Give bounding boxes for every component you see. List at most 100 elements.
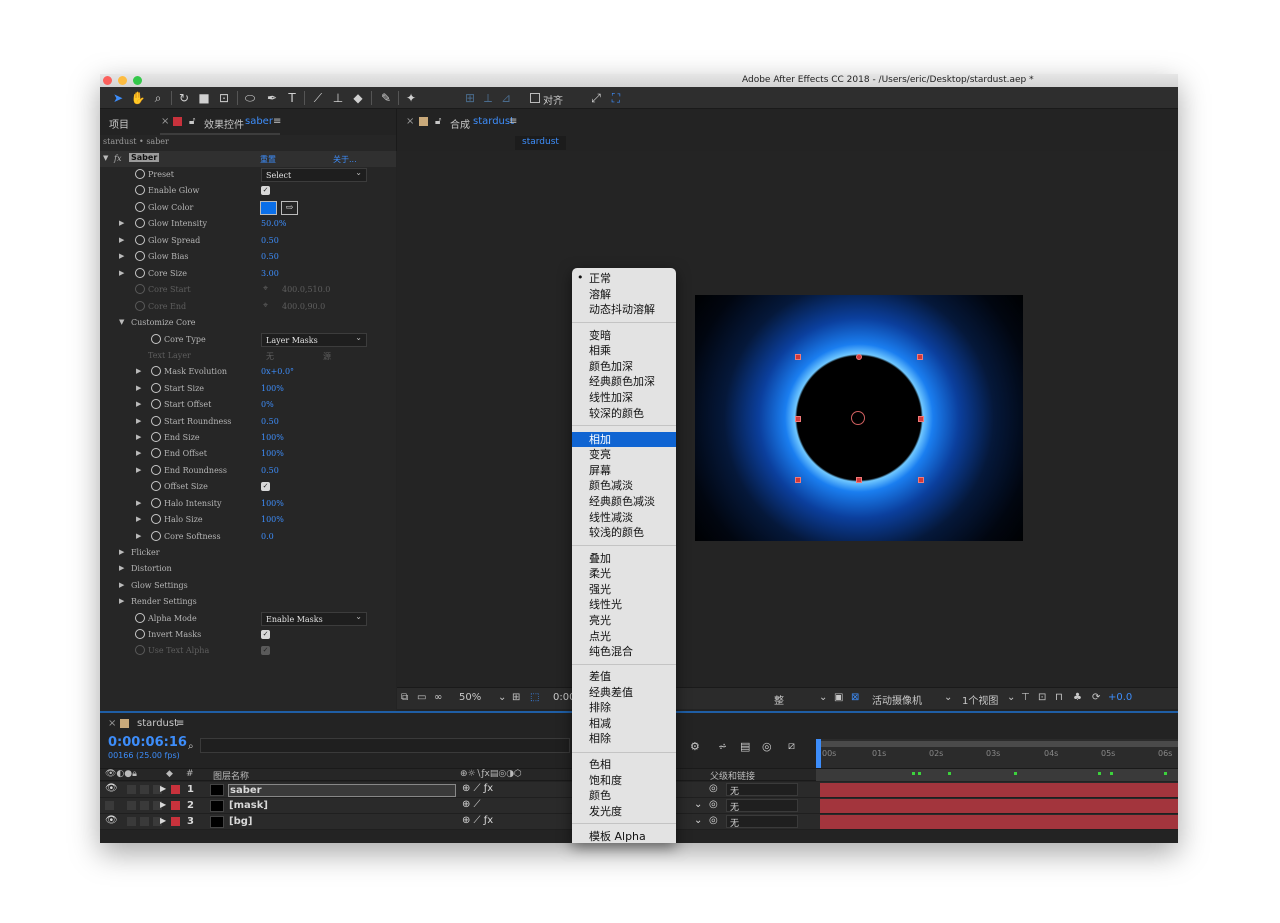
menu-item[interactable]: 线性加深: [572, 390, 676, 406]
menu-item[interactable]: 点光: [572, 629, 676, 645]
work-area-bar[interactable]: [818, 741, 1178, 747]
param-value[interactable]: 100%: [261, 499, 284, 508]
minimize-window-button[interactable]: [118, 76, 127, 85]
expand-triangle-icon[interactable]: ▶: [119, 548, 124, 556]
type-tool-icon[interactable]: T: [284, 90, 300, 106]
mask-vertex-handle[interactable]: [795, 354, 801, 360]
layer-duration-bar[interactable]: [820, 815, 1178, 829]
layer-duration-bar[interactable]: [820, 783, 1178, 797]
zoom-window-button[interactable]: [133, 76, 142, 85]
eraser-tool-icon[interactable]: ◆: [350, 90, 366, 106]
param-value[interactable]: 0.50: [261, 466, 279, 475]
expand-triangle-icon[interactable]: ▶: [136, 367, 141, 375]
param-group-row[interactable]: ▶ Glow Settings: [100, 578, 396, 594]
transparency-grid-icon[interactable]: ▣: [834, 692, 843, 703]
param-value[interactable]: 100%: [261, 515, 284, 524]
snap-checkbox[interactable]: [530, 93, 540, 103]
eyedropper-icon[interactable]: ⇨: [281, 201, 298, 215]
pan-behind-tool-icon[interactable]: ⊡: [216, 90, 232, 106]
frame-blending-icon[interactable]: ▤: [740, 740, 750, 753]
param-value[interactable]: 100%: [261, 449, 284, 458]
param-value[interactable]: 0x+0.0°: [261, 367, 294, 376]
selection-tool-icon[interactable]: ➤: [110, 90, 126, 106]
label-color-swatch[interactable]: [171, 801, 180, 810]
stopwatch-icon[interactable]: [135, 235, 145, 245]
stopwatch-icon[interactable]: [135, 169, 145, 179]
expand-triangle-icon[interactable]: ▶: [119, 581, 124, 589]
mask-vertex-handle[interactable]: [918, 477, 924, 483]
menu-item[interactable]: 经典颜色加深: [572, 374, 676, 390]
rotate-tool-icon[interactable]: ↻: [176, 90, 192, 106]
always-preview-icon[interactable]: ⧉: [401, 692, 408, 703]
param-group-row[interactable]: ▶ Render Settings: [100, 594, 396, 610]
menu-item[interactable]: 线性光: [572, 597, 676, 613]
tab-composition[interactable]: 合成: [450, 116, 470, 131]
expand-triangle-icon[interactable]: ▶: [136, 449, 141, 457]
audio-toggle[interactable]: [127, 785, 136, 794]
stopwatch-icon[interactable]: [135, 218, 145, 228]
expand-triangle-icon[interactable]: ▶: [119, 219, 124, 227]
camera-tool-icon[interactable]: ■: [196, 90, 212, 106]
menu-item[interactable]: 排除: [572, 700, 676, 716]
snap-feature-icon[interactable]: ⛶: [608, 90, 624, 106]
comp-subtab[interactable]: stardust: [515, 136, 566, 150]
expand-triangle-icon[interactable]: ▶: [119, 252, 124, 260]
zoom-tool-icon[interactable]: ⌕: [150, 90, 166, 106]
timecode[interactable]: 0:00:06:16: [108, 735, 187, 750]
mask-vertex-handle[interactable]: [795, 416, 801, 422]
glow-color-swatch[interactable]: [260, 201, 277, 215]
search-icon[interactable]: ⌕: [188, 741, 194, 752]
lock-icon[interactable]: 🔓︎: [435, 116, 441, 127]
menu-item[interactable]: 纯色混合: [572, 644, 676, 660]
stopwatch-icon[interactable]: [151, 432, 161, 442]
reset-link[interactable]: 重置: [260, 154, 276, 165]
hand-tool-icon[interactable]: ✋: [130, 90, 146, 106]
reset-exposure-icon[interactable]: ⟳: [1092, 692, 1100, 703]
fast-preview-icon[interactable]: ⊡: [1038, 692, 1046, 703]
menu-item[interactable]: 颜色减淡: [572, 478, 676, 494]
roto-brush-tool-icon[interactable]: ✎: [378, 90, 394, 106]
expand-triangle-icon[interactable]: ▶: [119, 236, 124, 244]
menu-item[interactable]: 变暗: [572, 328, 676, 344]
chevron-down-icon[interactable]: ⌄: [1007, 692, 1015, 703]
parent-dropdown[interactable]: 无: [726, 783, 798, 797]
pick-whip-icon[interactable]: ◎: [709, 799, 718, 810]
menu-item[interactable]: 屏幕: [572, 463, 676, 479]
param-value[interactable]: 100%: [261, 433, 284, 442]
axis-view-icon[interactable]: ⊿: [498, 90, 514, 106]
draft-3d-icon[interactable]: ⩫: [718, 740, 727, 753]
menu-item[interactable]: 颜色加深: [572, 359, 676, 375]
menu-item[interactable]: 正常: [572, 271, 676, 287]
stopwatch-icon[interactable]: [151, 531, 161, 541]
param-value[interactable]: 0.50: [261, 236, 279, 245]
param-value[interactable]: 100%: [261, 384, 284, 393]
fx-icon[interactable]: fx: [114, 154, 121, 163]
monitor-icon[interactable]: ▭: [417, 692, 426, 703]
menu-item[interactable]: 叠加: [572, 551, 676, 567]
flowchart-icon[interactable]: ♣: [1073, 692, 1082, 703]
param-group-row[interactable]: ▼ Customize Core: [100, 315, 396, 331]
menu-item[interactable]: 相减: [572, 716, 676, 732]
stopwatch-icon[interactable]: [135, 202, 145, 212]
expand-triangle-icon[interactable]: ▶: [136, 433, 141, 441]
expand-triangle-icon[interactable]: ▶: [160, 784, 166, 793]
layer-name[interactable]: saber: [228, 784, 456, 797]
menu-item[interactable]: 色相: [572, 757, 676, 773]
stopwatch-icon[interactable]: [151, 383, 161, 393]
comp-mini-flowchart-icon[interactable]: ⚙: [690, 740, 700, 753]
solo-toggle[interactable]: [140, 801, 149, 810]
param-value[interactable]: 0.50: [261, 417, 279, 426]
stopwatch-icon[interactable]: [151, 465, 161, 475]
stopwatch-icon[interactable]: [151, 416, 161, 426]
parent-dropdown[interactable]: 无: [726, 815, 798, 829]
chevron-down-icon[interactable]: ⌄: [694, 799, 702, 810]
menu-item[interactable]: 较浅的颜色: [572, 525, 676, 541]
anchor-point-icon[interactable]: [851, 411, 865, 425]
views-dropdown[interactable]: 1个视图: [962, 692, 998, 707]
param-value[interactable]: 0%: [261, 400, 274, 409]
snap-option-icon[interactable]: ⤢: [588, 90, 604, 106]
mask-vertex-handle[interactable]: [856, 354, 862, 360]
stopwatch-icon[interactable]: [151, 334, 161, 344]
collapse-triangle-icon[interactable]: ▼: [103, 154, 108, 162]
parent-dropdown[interactable]: 无: [726, 799, 798, 813]
